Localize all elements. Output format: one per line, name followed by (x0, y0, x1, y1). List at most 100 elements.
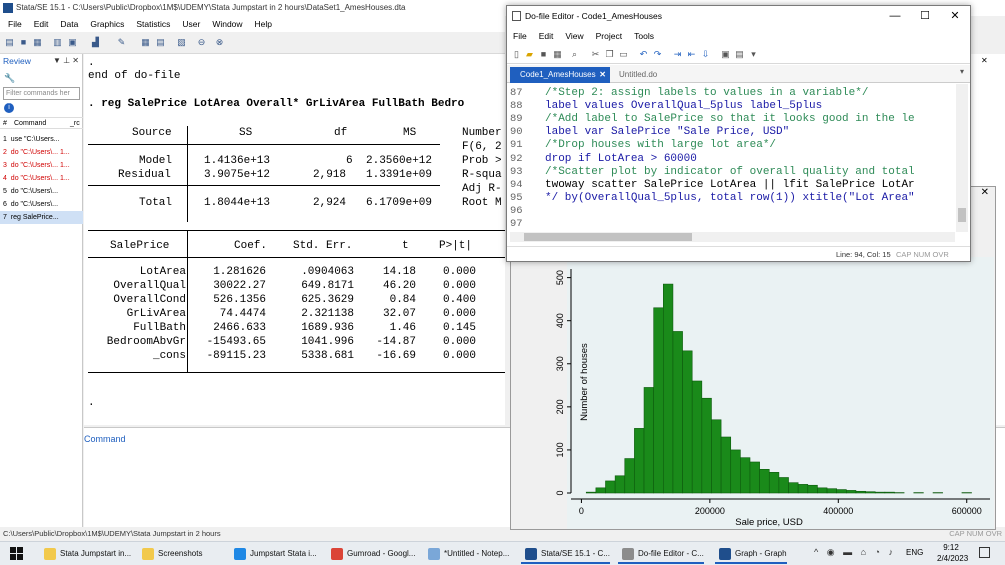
code-line[interactable]: /*Step 2: assign labels to values in a v… (545, 87, 868, 99)
notifications-icon[interactable] (979, 547, 990, 558)
do-menu-edit[interactable]: Edit (533, 28, 560, 44)
taskbar-item[interactable]: Do-file Editor - C... (618, 544, 704, 564)
review-item[interactable]: 2 do "C:\Users\... 1... (0, 146, 83, 159)
review-filter-input[interactable]: Filter commands her (3, 87, 80, 100)
language-indicator[interactable]: ENG (906, 548, 923, 557)
coef-se: 625.3629 (301, 294, 354, 306)
print-icon[interactable]: ▦ (32, 37, 43, 48)
menu-data[interactable]: Data (54, 16, 84, 32)
divider (187, 230, 188, 373)
vertical-scrollbar[interactable] (956, 84, 968, 232)
dofile-code-area[interactable]: 87 /*Step 2: assign labels to values in a… (507, 84, 970, 232)
code-line[interactable]: label var SalePrice "Sale Price, USD" (545, 126, 789, 138)
anova-ss: 1.4136e+13 (204, 155, 271, 167)
close-icon[interactable]: ✕ (940, 6, 970, 26)
code-line[interactable]: */ by(OverallQual_5plus, total row(1)) x… (545, 192, 915, 204)
col-command[interactable]: Command (14, 118, 46, 129)
col-rc[interactable]: _rc (70, 118, 80, 129)
find-icon[interactable]: ⌕ (569, 49, 580, 60)
unindent-icon[interactable]: ⇤ (686, 49, 697, 60)
cut-icon[interactable]: ✂ (590, 49, 601, 60)
taskbar-item[interactable]: Stata Jumpstart in... (40, 544, 131, 564)
scroll-thumb[interactable] (524, 233, 692, 241)
copy-icon[interactable]: ❐ (604, 49, 615, 60)
taskbar-item[interactable]: Stata/SE 15.1 - C... (521, 544, 610, 564)
bookmark-icon[interactable]: ⇩ (700, 49, 711, 60)
panel-controls[interactable]: ✕ (981, 56, 988, 65)
coef-p: 0.000 (442, 336, 476, 348)
anova-ms: 2.3560e+12 (366, 155, 433, 167)
info-icon[interactable]: i (4, 103, 14, 113)
do-menu-view[interactable]: View (559, 28, 589, 44)
horizontal-scrollbar[interactable] (510, 232, 955, 242)
code-line[interactable]: /*Scatter plot by indicator of overall q… (545, 166, 915, 178)
data-editor-icon[interactable]: ▦ (140, 37, 151, 48)
graph-icon[interactable]: ▟ (90, 37, 101, 48)
coef-t: -14.87 (376, 336, 416, 348)
y-tick-label: 200 (555, 399, 565, 414)
new-icon[interactable]: ▯ (511, 49, 522, 60)
do-menu-project[interactable]: Project (590, 28, 628, 44)
menu-statistics[interactable]: Statistics (130, 16, 176, 32)
maximize-icon[interactable]: ☐ (910, 6, 940, 26)
tab-code1-ameshouses[interactable]: Code1_AmesHouses ✕ (510, 67, 610, 83)
undo-icon[interactable]: ↶ (638, 49, 649, 60)
menu-file[interactable]: File (0, 16, 28, 32)
taskbar-item[interactable]: Jumpstart Stata i... (230, 544, 317, 564)
divider (88, 257, 505, 258)
review-item[interactable]: 1 use "C:\Users... (0, 133, 83, 146)
viewer-icon[interactable]: ▣ (67, 37, 78, 48)
review-panel-controls[interactable]: ▼ ⊥ ✕ (53, 54, 79, 68)
minimize-icon[interactable]: — (880, 6, 910, 26)
save-icon[interactable]: ■ (538, 49, 549, 60)
menu-edit[interactable]: Edit (28, 16, 55, 32)
menu-user[interactable]: User (176, 16, 206, 32)
menu-help[interactable]: Help (249, 16, 278, 32)
review-item[interactable]: 5 do "C:\Users\... (0, 185, 83, 198)
paste-icon[interactable]: ▭ (618, 49, 629, 60)
open-icon[interactable]: ▰ (524, 49, 535, 60)
code-line[interactable]: twoway scatter SalePrice LotArea || lfit… (545, 179, 915, 191)
anova-source-header: Source (132, 127, 172, 139)
do-menu-tools[interactable]: Tools (628, 28, 660, 44)
menu-graphics[interactable]: Graphics (84, 16, 130, 32)
save-icon[interactable]: ■ (18, 37, 29, 48)
line-number: 91 (510, 139, 523, 152)
review-item[interactable]: 6 do "C:\Users\... (0, 198, 83, 211)
open-icon[interactable]: ▤ (4, 37, 15, 48)
execute-icon[interactable]: ▤ (734, 49, 745, 60)
show-file-icon[interactable]: ▣ (720, 49, 731, 60)
print-icon[interactable]: ▦ (552, 49, 563, 60)
tab-untitled[interactable]: Untitled.do (619, 67, 657, 83)
tab-list-chevron-icon[interactable]: ▾ (960, 67, 964, 76)
taskbar-item[interactable]: Gumroad - Googl... (327, 544, 415, 564)
indent-icon[interactable]: ⇥ (672, 49, 683, 60)
redo-icon[interactable]: ↷ (652, 49, 663, 60)
scroll-thumb[interactable] (958, 208, 966, 222)
taskbar-item[interactable]: Screenshots (138, 544, 202, 564)
clock[interactable]: 9:12 2/4/2023 (937, 542, 968, 564)
break-icon[interactable]: ⊗ (214, 37, 225, 48)
system-tray-icons[interactable]: ^ ◉ ▬ ⌂ ◔ ♪ (814, 547, 896, 558)
wrench-icon[interactable]: 🔧 (4, 73, 15, 84)
code-line[interactable]: label values OverallQual_5plus label_5pl… (545, 100, 822, 112)
data-browser-icon[interactable]: ▤ (155, 37, 166, 48)
more-icon[interactable]: ⊖ (196, 37, 207, 48)
variables-manager-icon[interactable]: ▧ (176, 37, 187, 48)
review-item-selected[interactable]: 7 reg SalePrice... (0, 211, 83, 224)
code-line[interactable]: drop if LotArea > 60000 (545, 153, 697, 165)
close-icon[interactable]: ✕ (599, 67, 606, 83)
log-icon[interactable]: ▥ (52, 37, 63, 48)
x-tick-label: 200000 (695, 506, 725, 516)
execute-dropdown-icon[interactable]: ▾ (748, 49, 759, 60)
code-line[interactable]: /*Drop houses with large lot area*/ (545, 139, 776, 151)
taskbar-item[interactable]: Graph - Graph (715, 544, 787, 564)
review-item[interactable]: 4 do "C:\Users\... 1... (0, 172, 83, 185)
review-item[interactable]: 3 do "C:\Users\... 1... (0, 159, 83, 172)
do-menu-file[interactable]: File (507, 28, 533, 44)
dofile-editor-icon[interactable]: ✎ (116, 37, 127, 48)
windows-start-icon[interactable] (10, 547, 23, 560)
taskbar-item[interactable]: *Untitled - Notep... (424, 544, 509, 564)
menu-window[interactable]: Window (206, 16, 248, 32)
code-line[interactable]: /*Add label to SalePrice so that it look… (545, 113, 915, 125)
